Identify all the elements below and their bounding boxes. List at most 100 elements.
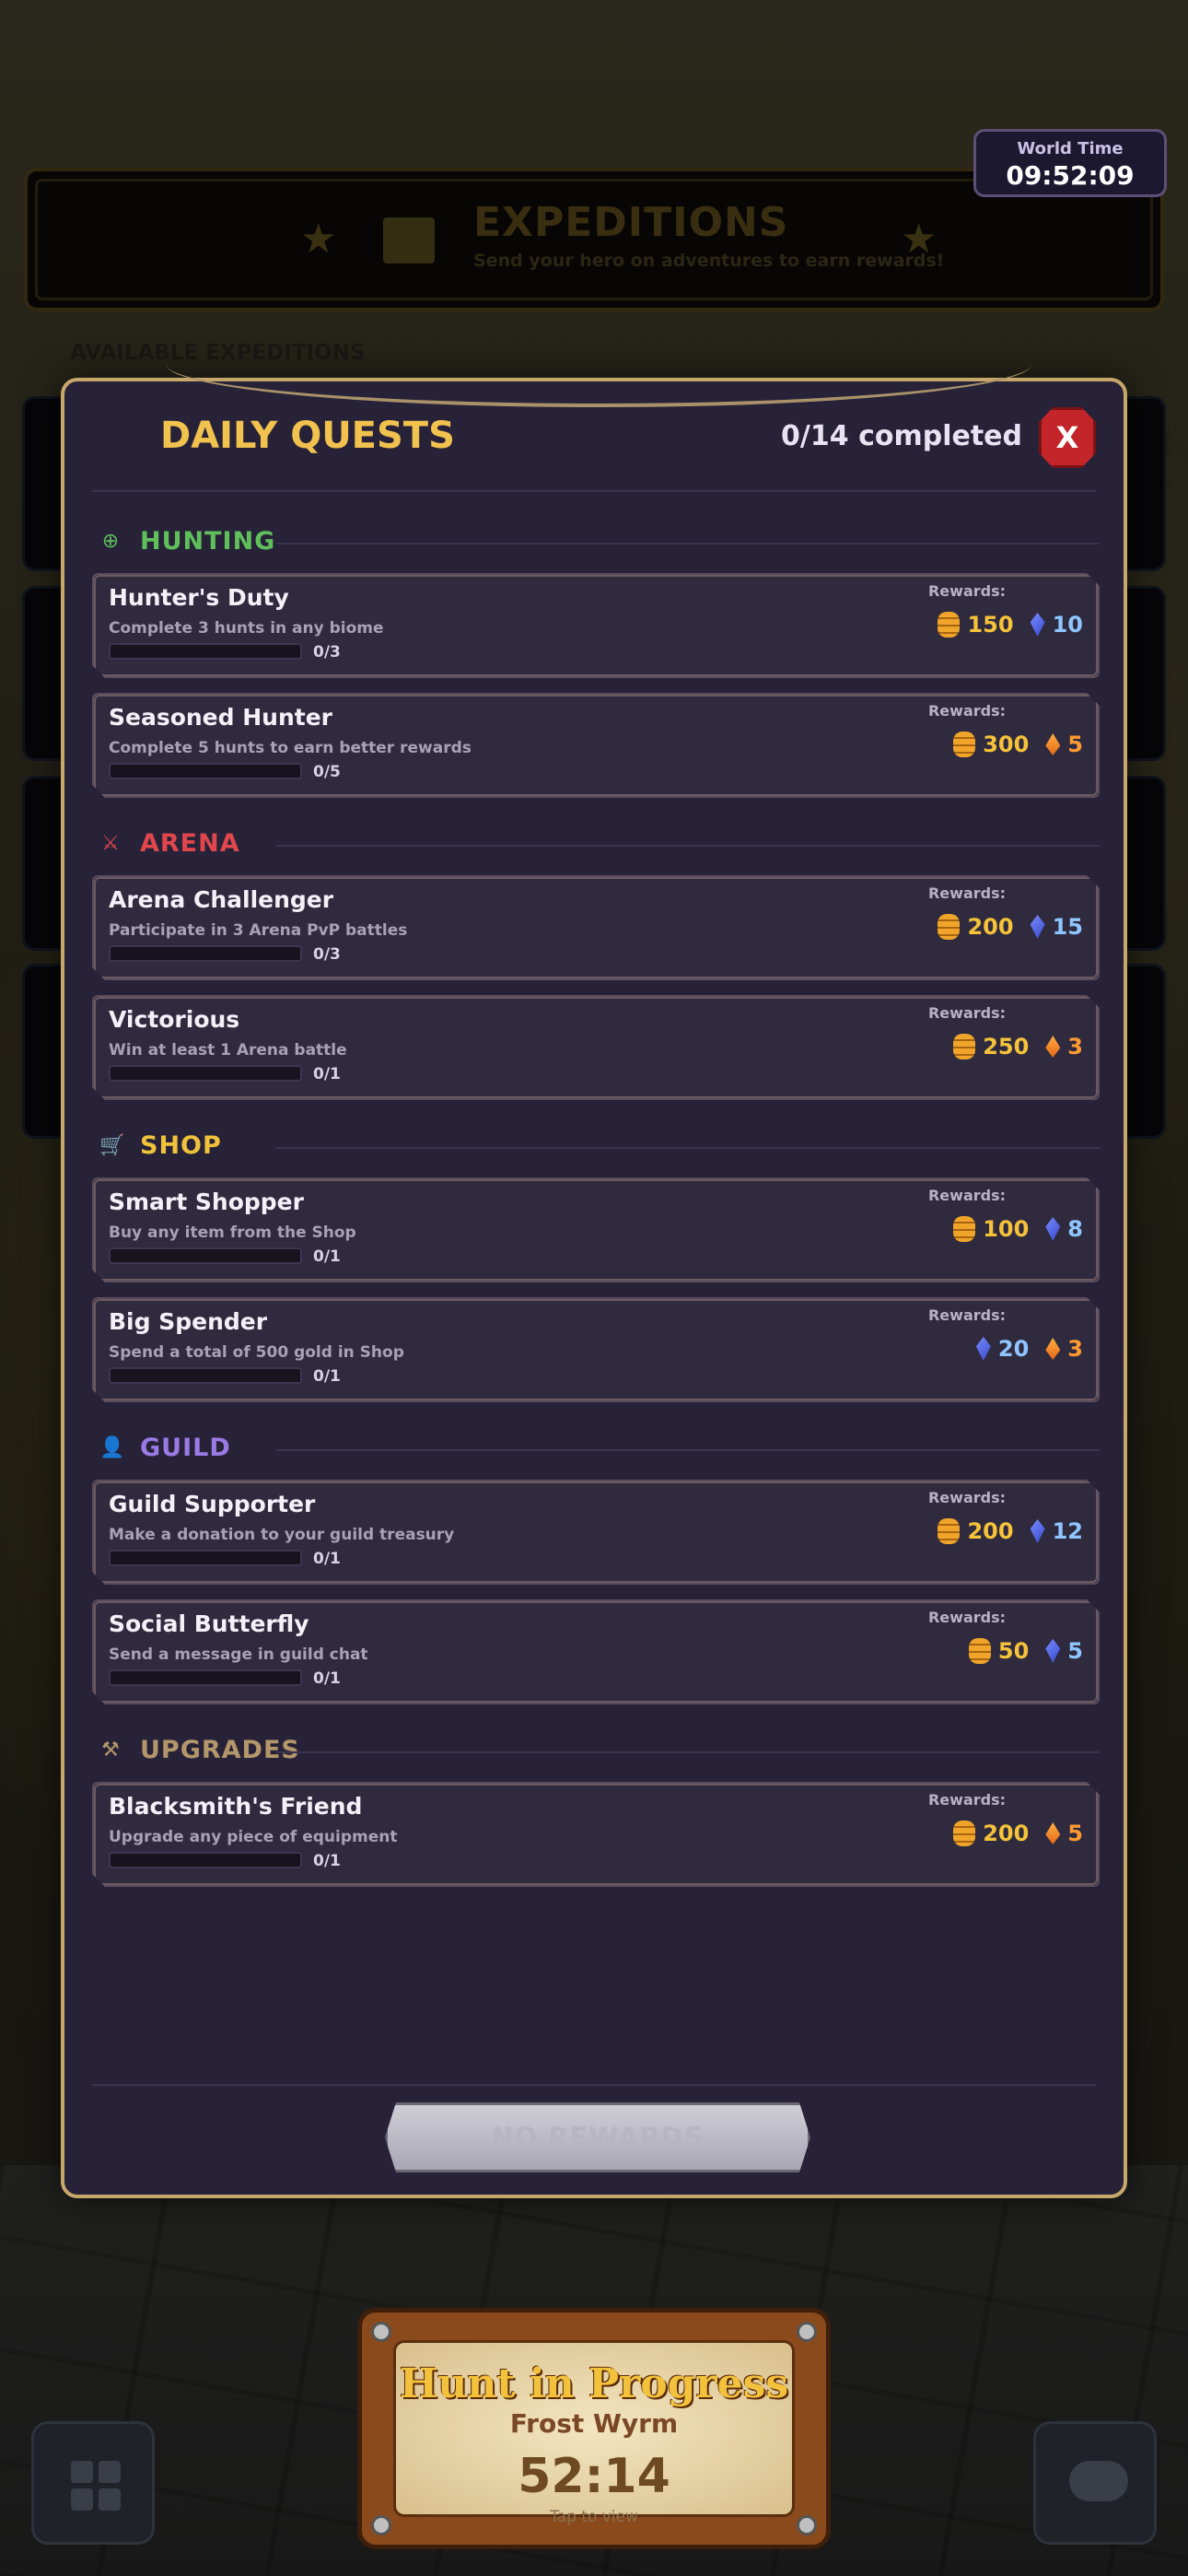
claim-rewards-button[interactable]: NO REWARDS: [385, 2102, 810, 2172]
grid-icon: [99, 2488, 121, 2511]
reward-item: 50: [969, 1638, 1029, 1664]
reward-item: 300: [953, 732, 1029, 757]
reward-item: 3: [1045, 1336, 1083, 1362]
reward-item: 200: [938, 914, 1013, 940]
rewards-label: Rewards:: [927, 884, 1006, 902]
reward-item: 10: [1031, 612, 1083, 638]
quest-title: Blacksmith's Friend: [109, 1793, 363, 1820]
reward-item: 200: [953, 1821, 1029, 1846]
completed-count: 0/14 completed: [781, 420, 1022, 452]
modal-title: DAILY QUESTS: [160, 415, 455, 457]
divider: [276, 845, 1100, 847]
progress-bar: [109, 1669, 302, 1686]
reward-list: 150 10: [938, 612, 1083, 638]
progress-text: 0/1: [313, 1550, 341, 1568]
quest-card[interactable]: Seasoned Hunter Complete 5 hunts to earn …: [92, 693, 1100, 798]
reward-item: 20: [976, 1336, 1029, 1362]
rewards-label: Rewards:: [927, 1489, 1006, 1506]
section-label: ARENA: [140, 829, 240, 858]
gold-coin-icon: [969, 1638, 991, 1664]
section-label: GUILD: [140, 1434, 231, 1462]
gem-icon: [1031, 1519, 1045, 1543]
hunt-title: Hunt in Progress: [399, 2360, 789, 2407]
quest-card[interactable]: Arena Challenger Participate in 3 Arena P…: [92, 875, 1100, 980]
quest-title: Seasoned Hunter: [109, 704, 332, 731]
gem-icon: [1031, 613, 1045, 637]
reward-item: 15: [1031, 914, 1083, 940]
quest-description: Spend a total of 500 gold in Shop: [109, 1343, 404, 1362]
quest-card[interactable]: Big Spender Spend a total of 500 gold in …: [92, 1297, 1100, 1402]
quest-card[interactable]: Blacksmith's Friend Upgrade any piece of …: [92, 1782, 1100, 1887]
cart-icon: 🛒: [99, 1134, 125, 1157]
progress-text: 0/1: [313, 1065, 341, 1083]
reward-value: 5: [1067, 732, 1083, 757]
reward-value: 200: [983, 1821, 1030, 1846]
gem-icon: [976, 1337, 991, 1361]
quest-title: Victorious: [109, 1006, 240, 1033]
progress-bar: [109, 1550, 302, 1566]
gold-coin-icon: [938, 914, 960, 940]
gold-coin-icon: [953, 1216, 975, 1242]
gold-coin-icon: [953, 732, 975, 757]
reward-value: 200: [967, 914, 1014, 940]
hunt-in-progress-card[interactable]: Hunt in Progress Frost Wyrm 52:14 Tap to…: [357, 2308, 831, 2549]
grid-icon: [71, 2488, 93, 2511]
reward-value: 3: [1067, 1034, 1083, 1060]
reward-item: 3: [1045, 1034, 1083, 1060]
hunt-timer: 52:14: [518, 2449, 670, 2504]
reward-list: 300 5: [953, 732, 1083, 757]
quest-description: Send a message in guild chat: [109, 1645, 368, 1664]
reward-item: 200: [938, 1518, 1013, 1544]
progress-text: 0/1: [313, 1669, 341, 1688]
reward-list: 200 12: [938, 1518, 1083, 1544]
rewards-label: Rewards:: [927, 1187, 1006, 1204]
divider: [276, 543, 1100, 544]
reward-value: 5: [1067, 1821, 1083, 1846]
rewards-label: Rewards:: [927, 1609, 1006, 1626]
sword-icon: ⚔: [101, 832, 120, 855]
reward-value: 150: [967, 612, 1014, 638]
reward-list: 200 15: [938, 914, 1083, 940]
progress-text: 0/3: [313, 643, 341, 662]
quest-list[interactable]: ⊕ HUNTING Hunter's Duty Complete 3 hunts in…: [92, 510, 1100, 1900]
progress-text: 0/1: [313, 1852, 341, 1870]
menu-button[interactable]: [31, 2421, 155, 2545]
divider: [276, 1449, 1100, 1451]
reward-value: 12: [1052, 1518, 1083, 1544]
reward-list: 20 3: [976, 1336, 1083, 1362]
gem-icon: [1045, 1217, 1060, 1241]
quest-title: Big Spender: [109, 1308, 268, 1335]
divider: [276, 1147, 1100, 1149]
reward-item: 12: [1031, 1518, 1083, 1544]
rewards-label: Rewards:: [927, 1791, 1006, 1809]
progress-bar: [109, 1367, 302, 1384]
quest-title: Social Butterfly: [109, 1610, 309, 1637]
quest-card[interactable]: Smart Shopper Buy any item from the Shop 0…: [92, 1177, 1100, 1282]
reward-value: 5: [1067, 1638, 1083, 1664]
chat-button[interactable]: [1033, 2421, 1157, 2545]
progress-bar: [109, 1247, 302, 1264]
chat-icon: [1069, 2461, 1128, 2501]
close-button[interactable]: X: [1039, 407, 1096, 468]
quest-card[interactable]: Social Butterfly Send a message in guild …: [92, 1599, 1100, 1704]
quest-card[interactable]: Guild Supporter Make a donation to your g…: [92, 1480, 1100, 1585]
quest-description: Buy any item from the Shop: [109, 1224, 356, 1242]
quest-card[interactable]: Hunter's Duty Complete 3 hunts in any bio…: [92, 573, 1100, 678]
section-label: SHOP: [140, 1131, 222, 1160]
progress-bar: [109, 1852, 302, 1868]
quest-description: Complete 5 hunts to earn better rewards: [109, 739, 472, 757]
reward-value: 50: [997, 1638, 1030, 1664]
quest-card[interactable]: Victorious Win at least 1 Arena battle 0/1…: [92, 995, 1100, 1100]
gold-coin-icon: [953, 1821, 975, 1846]
rewards-label: Rewards:: [927, 582, 1006, 600]
bolt-icon: [371, 2322, 391, 2342]
reward-item: 5: [1045, 1638, 1083, 1664]
section-guild: 👤 GUILD: [92, 1417, 1100, 1480]
quest-description: Participate in 3 Arena PvP battles: [109, 921, 408, 940]
bolt-icon: [797, 2322, 817, 2342]
section-shop: 🛒 SHOP: [92, 1115, 1100, 1177]
rewards-label: Rewards:: [927, 702, 1006, 720]
rope-decoration: [166, 356, 1031, 407]
reward-value: 300: [983, 732, 1030, 757]
hunt-monster: Frost Wyrm: [509, 2408, 679, 2439]
